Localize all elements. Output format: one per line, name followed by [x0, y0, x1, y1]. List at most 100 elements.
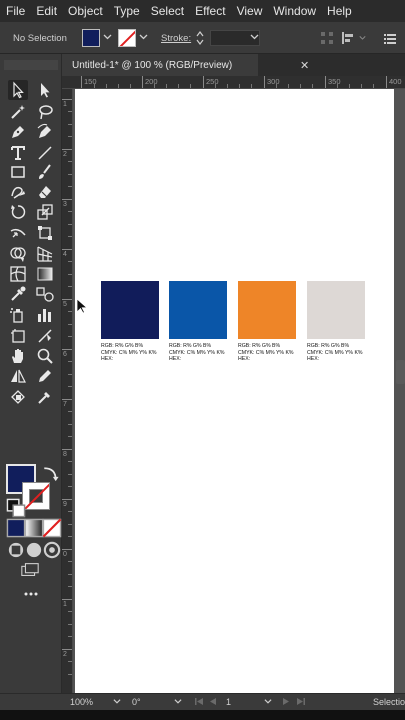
paintbrush-tool-icon[interactable] [35, 162, 55, 182]
swatch-info[interactable]: RGB: R% G% B% CMYK: C% M% Y% K% HEX: [169, 343, 239, 363]
perspective-grid-tool-icon[interactable] [35, 244, 55, 264]
pen-tool-icon[interactable] [8, 122, 28, 142]
zoom-level[interactable]: 100% [70, 697, 93, 707]
blend-tool-icon[interactable] [35, 284, 55, 304]
none-mode-icon[interactable] [42, 518, 62, 538]
menu-object[interactable]: Object [68, 4, 103, 18]
color-mode-icon[interactable] [6, 518, 26, 538]
lasso-tool-icon[interactable] [35, 102, 55, 122]
gradient-mode-icon[interactable] [24, 518, 44, 538]
swatch-info[interactable]: RGB: R% G% B% CMYK: C% M% Y% K% HEX: [238, 343, 308, 363]
eyedropper-alt-tool-icon[interactable] [35, 387, 55, 407]
magic-wand-tool-icon[interactable] [8, 102, 28, 122]
more-tools-icon[interactable] [21, 584, 41, 596]
vertical-ruler[interactable]: 1 2 3 4 5 6 7 8 9 0 1 2 [62, 89, 73, 693]
hand-tool-icon[interactable] [8, 346, 28, 366]
fill-dropdown-chevron-icon[interactable] [103, 32, 112, 43]
stroke-color-box[interactable] [22, 482, 50, 510]
panel-menu-icon[interactable] [383, 31, 397, 45]
column-graph-tool-icon[interactable] [35, 305, 55, 325]
menu-view[interactable]: View [237, 4, 263, 18]
color-swatch-blue[interactable] [169, 281, 227, 339]
draw-normal-icon[interactable] [6, 540, 24, 558]
first-artboard-icon[interactable] [194, 697, 204, 708]
ruler-label: 350 [328, 77, 341, 86]
type-tool-icon[interactable] [8, 143, 28, 163]
selection-status: No Selection [13, 33, 67, 44]
swatch-hex-text: HEX: [101, 356, 114, 362]
zoom-chevron-icon[interactable] [113, 697, 121, 707]
menu-effect[interactable]: Effect [195, 4, 225, 18]
stroke-label[interactable]: Stroke: [161, 33, 191, 44]
gradient-tool-icon[interactable] [35, 264, 55, 284]
color-swatch-light-gray[interactable] [307, 281, 365, 339]
menu-file[interactable]: File [6, 4, 25, 18]
draw-behind-icon[interactable] [24, 540, 42, 558]
flip-tool-icon[interactable] [8, 366, 28, 386]
menu-select[interactable]: Select [151, 4, 184, 18]
rotate-tool-icon[interactable] [8, 202, 28, 222]
screen-mode-icon[interactable] [20, 560, 42, 576]
artboard-number[interactable]: 1 [226, 697, 231, 707]
slice-tool-icon[interactable] [35, 326, 55, 346]
menu-help[interactable]: Help [327, 4, 352, 18]
ruler-label: 8 [63, 451, 67, 458]
live-paint-tool-icon[interactable] [8, 387, 28, 407]
last-artboard-icon[interactable] [296, 697, 306, 708]
next-artboard-icon[interactable] [282, 697, 290, 708]
stroke-dropdown-chevron-icon[interactable] [139, 32, 148, 43]
shape-builder-tool-icon[interactable] [8, 244, 28, 264]
rectangle-tool-icon[interactable] [8, 162, 28, 182]
rotation-value[interactable]: 0° [132, 697, 141, 707]
transform-grid-icon[interactable] [320, 31, 334, 45]
ruler-label: 200 [145, 77, 158, 86]
menu-type[interactable]: Type [114, 4, 140, 18]
symbol-sprayer-tool-icon[interactable] [8, 305, 28, 325]
swatch-info[interactable]: RGB: R% G% B% CMYK: C% M% Y% K% HEX: [101, 343, 171, 363]
artboard[interactable] [75, 89, 394, 693]
artboard-chevron-icon[interactable] [264, 697, 272, 707]
align-icon[interactable] [341, 31, 355, 45]
previous-artboard-icon[interactable] [209, 697, 217, 708]
fill-color-swatch[interactable] [82, 29, 100, 47]
selection-tool-icon[interactable] [8, 80, 28, 100]
ruler-label: 1 [63, 601, 67, 608]
close-icon[interactable]: ✕ [300, 59, 309, 72]
color-swatch-orange[interactable] [238, 281, 296, 339]
document-tab-bar: Untitled-1* @ 100 % (RGB/Preview) ✕ [62, 54, 405, 76]
curvature-tool-icon[interactable] [35, 122, 55, 142]
pencil-tool-icon[interactable] [35, 366, 55, 386]
menu-bar: File Edit Object Type Select Effect View… [0, 0, 405, 22]
draw-inside-icon[interactable] [42, 540, 61, 559]
direct-selection-tool-icon[interactable] [35, 80, 55, 100]
stroke-stepper-icon[interactable] [195, 30, 205, 46]
artboard-tool-icon[interactable] [8, 326, 28, 346]
swap-fill-stroke-icon[interactable] [40, 464, 59, 482]
zoom-tool-icon[interactable] [35, 346, 55, 366]
swatch-info[interactable]: RGB: R% G% B% CMYK: C% M% Y% K% HEX: [307, 343, 377, 363]
menu-window[interactable]: Window [273, 4, 316, 18]
ruler-label: 2 [63, 651, 67, 658]
panel-grip[interactable] [4, 60, 58, 70]
free-transform-tool-icon[interactable] [35, 223, 55, 243]
scale-tool-icon[interactable] [35, 202, 55, 222]
shaper-tool-icon[interactable] [8, 182, 28, 202]
control-bar: No Selection Stroke: [0, 22, 405, 54]
width-tool-icon[interactable] [8, 223, 28, 243]
eraser-tool-icon[interactable] [35, 182, 55, 202]
horizontal-ruler[interactable]: 150 200 250 300 350 400 [62, 76, 405, 89]
menu-edit[interactable]: Edit [36, 4, 57, 18]
swatch-hex-text: HEX: [169, 356, 182, 362]
rotation-chevron-icon[interactable] [174, 697, 182, 707]
line-segment-tool-icon[interactable] [35, 143, 55, 163]
stroke-weight-chevron-icon[interactable] [250, 32, 259, 43]
eyedropper-tool-icon[interactable] [8, 284, 28, 304]
color-swatch-navy[interactable] [101, 281, 159, 339]
ruler-label: 4 [63, 251, 67, 258]
vertical-scrollbar-thumb[interactable] [396, 360, 405, 384]
align-chevron-icon[interactable] [359, 33, 366, 43]
stroke-color-swatch[interactable] [118, 29, 136, 47]
default-colors-icon[interactable] [6, 498, 26, 518]
document-tab[interactable]: Untitled-1* @ 100 % (RGB/Preview) [62, 54, 258, 76]
mesh-tool-icon[interactable] [8, 264, 28, 284]
